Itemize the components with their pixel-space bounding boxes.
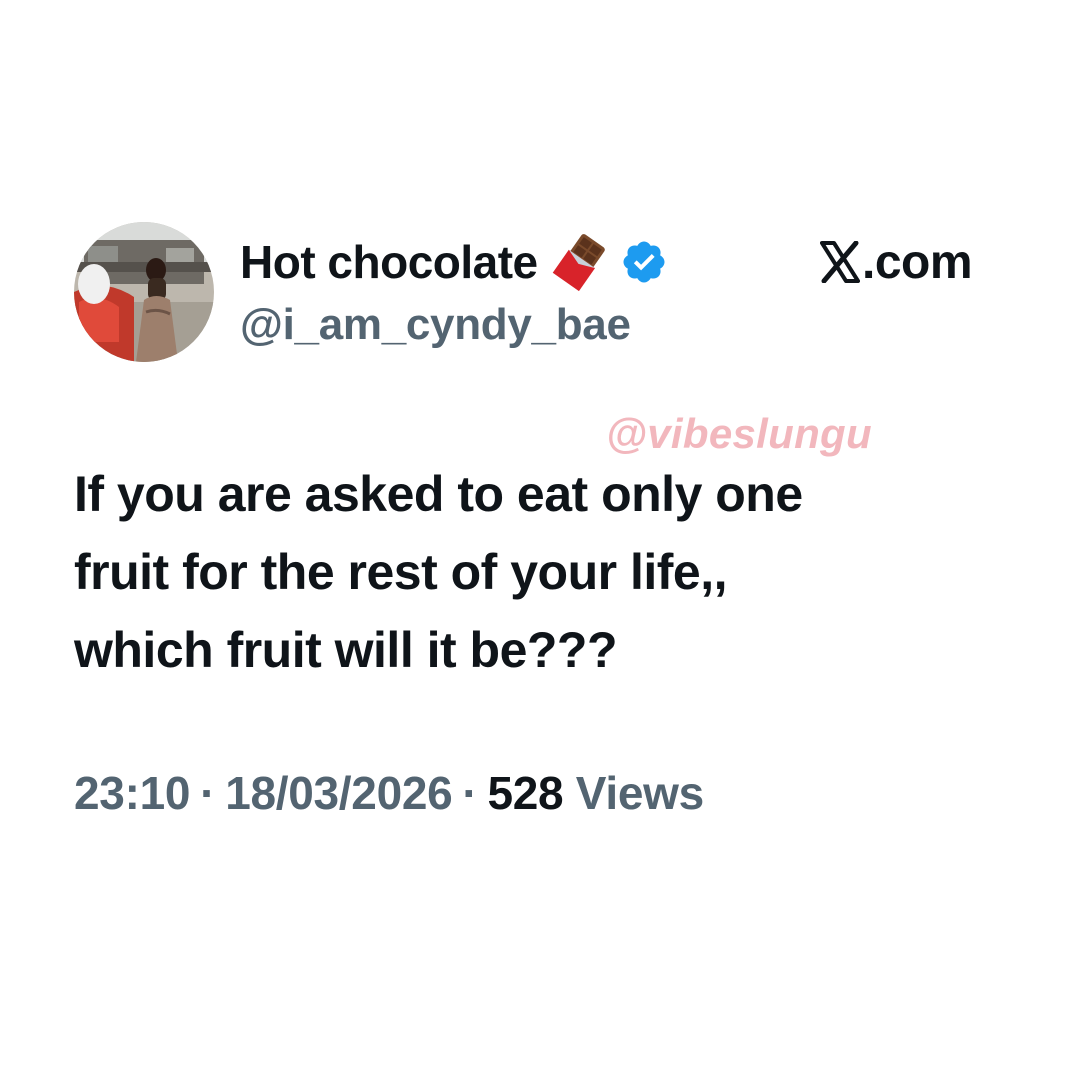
separator-dot: ·: [200, 767, 216, 819]
author-display-name[interactable]: Hot chocolate: [240, 235, 538, 289]
tweet-date[interactable]: 18/03/2026: [225, 767, 453, 819]
verified-badge-icon[interactable]: [620, 238, 668, 286]
views-count[interactable]: 528: [487, 767, 563, 819]
tweet-card: Hot chocolate @i_am_cyndy_bae .com @vibe…: [0, 0, 1080, 1080]
brand-mark: .com: [820, 234, 973, 290]
views-label: Views: [575, 767, 704, 819]
chocolate-bar-icon: [550, 231, 612, 293]
avatar-photo: [74, 222, 214, 362]
brand-domain: .com: [862, 235, 973, 289]
x-logo-icon: [820, 240, 860, 284]
author-name-row: Hot chocolate: [240, 232, 668, 292]
tweet-time[interactable]: 23:10: [74, 767, 190, 819]
tweet-text: If you are asked to eat only one fruit f…: [74, 455, 1014, 689]
watermark: @vibeslungu: [606, 410, 872, 457]
author-handle[interactable]: @i_am_cyndy_bae: [240, 300, 631, 350]
avatar[interactable]: [74, 222, 214, 362]
tweet-text-line: fruit for the rest of your life,,: [74, 544, 727, 600]
tweet-meta: 23:10 · 18/03/2026 · 528 Views: [74, 766, 704, 820]
tweet-text-line: which fruit will it be???: [74, 622, 618, 678]
separator-dot: ·: [462, 767, 478, 819]
tweet-text-line: If you are asked to eat only one: [74, 466, 803, 522]
